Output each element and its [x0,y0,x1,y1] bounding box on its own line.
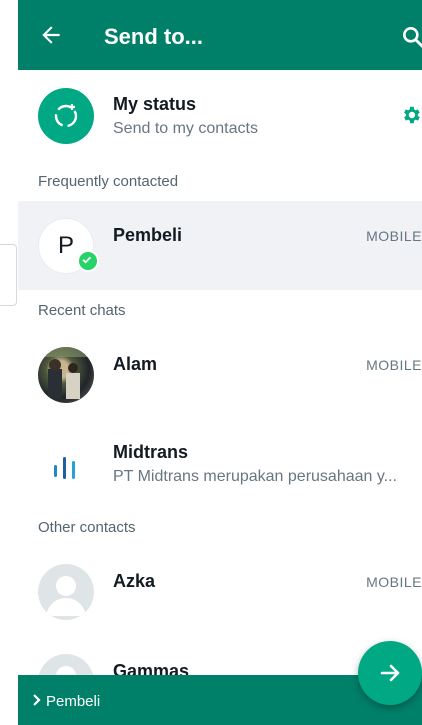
section-recent: Recent chats [38,302,126,319]
selected-contacts-label: Pembeli [46,693,101,710]
phone-type-label: MOBILE [366,357,422,373]
contact-name: Azka [113,571,156,591]
contact-about: PT Midtrans merupakan perusahaan y... [113,468,397,485]
contact-row-alam[interactable]: Alam MOBILE [18,330,422,420]
share-sheet: Send to... My status Send to my contacts… [18,0,422,725]
section-frequent: Frequently contacted [38,173,179,190]
send-button[interactable] [358,641,422,705]
default-avatar-icon [38,564,94,620]
status-avatar [38,88,94,144]
phone-type-label: MOBILE [366,228,422,244]
contact-row-pembeli[interactable]: P Pembeli MOBILE [18,201,422,290]
contact-row-azka[interactable]: Azka MOBILE [18,547,422,637]
contact-name: Alam [113,354,158,374]
selected-check-icon [77,250,99,272]
contact-name: Pembeli [113,225,183,245]
search-icon[interactable] [400,24,422,50]
top-app-bar: Send to... [18,0,422,70]
status-add-icon [54,104,78,128]
back-arrow-icon[interactable] [38,22,64,48]
chevron-right-icon [33,694,41,706]
contact-name: Midtrans [113,442,189,462]
contact-row-midtrans[interactable]: Midtrans PT Midtrans merupakan perusahaa… [18,420,422,510]
gear-icon[interactable] [400,104,422,126]
arrow-right-icon [380,664,400,682]
avatar [38,437,94,493]
left-edge-strip [0,0,19,725]
side-handle [0,244,17,306]
my-status-subtitle: Send to my contacts [113,120,258,137]
phone-type-label: MOBILE [366,574,422,590]
section-other: Other contacts [38,519,136,536]
my-status-row[interactable]: My status Send to my contacts [18,70,422,175]
midtrans-logo-icon [54,457,75,479]
avatar [38,347,94,403]
my-status-title: My status [113,94,197,114]
page-title: Send to... [104,24,203,49]
